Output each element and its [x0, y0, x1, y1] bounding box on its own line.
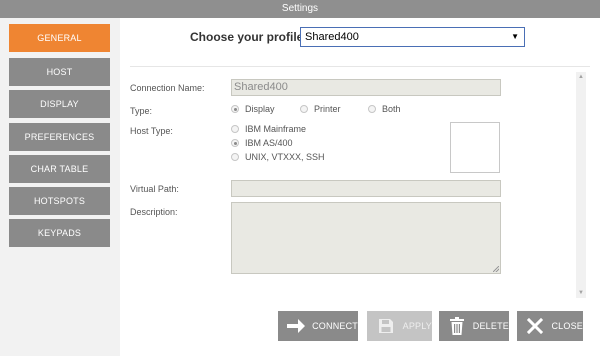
- type-radio-both[interactable]: Both: [368, 104, 401, 114]
- header-divider: [130, 66, 590, 67]
- host-radio-ibm-mainframe[interactable]: IBM Mainframe: [231, 124, 306, 134]
- arrow-right-icon: [286, 315, 306, 337]
- form-scrollbar[interactable]: ▲ ▼: [576, 72, 586, 298]
- delete-button[interactable]: DELETE: [439, 311, 509, 341]
- connect-button[interactable]: CONNECT: [278, 311, 358, 341]
- sidebar-item-char-table[interactable]: CHAR TABLE: [9, 155, 110, 183]
- connection-name-field[interactable]: Shared400: [231, 79, 501, 96]
- type-option-label: Display: [245, 104, 275, 114]
- floppy-disk-icon: [375, 315, 397, 337]
- chevron-down-icon: ▼: [511, 32, 519, 41]
- trash-icon: [447, 315, 467, 337]
- connect-label: CONNECT: [312, 321, 358, 331]
- description-label: Description:: [130, 207, 178, 217]
- type-option-label: Printer: [314, 104, 341, 114]
- host-option-label: IBM Mainframe: [245, 124, 307, 134]
- host-type-label: Host Type:: [130, 126, 173, 136]
- sidebar-item-keypads[interactable]: KEYPADS: [9, 219, 110, 247]
- sidebar-item-general[interactable]: GENERAL: [9, 24, 110, 52]
- type-label: Type:: [130, 106, 153, 116]
- profile-select[interactable]: Shared400 ▼: [300, 27, 525, 47]
- connection-name-label: Connection Name:: [130, 83, 205, 93]
- description-field[interactable]: [231, 202, 501, 274]
- host-preview-image: [450, 122, 500, 173]
- sidebar-item-host[interactable]: HOST: [9, 58, 110, 86]
- sidebar-item-display[interactable]: DISPLAY: [9, 90, 110, 118]
- radio-selected-icon: [231, 105, 239, 113]
- host-option-label: IBM AS/400: [245, 138, 293, 148]
- scroll-down-icon[interactable]: ▼: [576, 288, 586, 298]
- close-x-icon: [525, 315, 545, 337]
- window-title: Settings: [281, 3, 319, 14]
- scroll-up-icon[interactable]: ▲: [576, 72, 586, 82]
- sidebar-item-preferences[interactable]: PREFERENCES: [9, 123, 110, 151]
- radio-selected-icon: [231, 139, 239, 147]
- close-button[interactable]: CLOSE: [517, 311, 583, 341]
- delete-label: DELETE: [472, 321, 509, 331]
- type-option-label: Both: [382, 104, 401, 114]
- host-radio-ibm-as400[interactable]: IBM AS/400: [231, 138, 293, 148]
- settings-main: Choose your profile: Shared400 ▼ ▲ ▼ Con…: [120, 18, 600, 356]
- close-label: CLOSE: [551, 321, 583, 331]
- host-option-label: UNIX, VTXXX, SSH: [245, 152, 325, 162]
- apply-button[interactable]: APPLY: [367, 311, 432, 341]
- radio-empty-icon: [231, 153, 239, 161]
- virtual-path-label: Virtual Path:: [130, 184, 179, 194]
- type-radio-display[interactable]: Display: [231, 104, 275, 114]
- host-radio-unix[interactable]: UNIX, VTXXX, SSH: [231, 152, 325, 162]
- radio-empty-icon: [231, 125, 239, 133]
- virtual-path-field[interactable]: [231, 180, 501, 197]
- profile-label: Choose your profile:: [190, 30, 308, 44]
- window-titlebar: Settings: [0, 0, 600, 18]
- apply-label: APPLY: [402, 321, 432, 331]
- resize-grip-icon[interactable]: [493, 266, 499, 272]
- settings-sidebar: GENERAL HOST DISPLAY PREFERENCES CHAR TA…: [0, 18, 120, 356]
- sidebar-item-hotspots[interactable]: HOTSPOTS: [9, 187, 110, 215]
- type-radio-printer[interactable]: Printer: [300, 104, 341, 114]
- profile-select-value: Shared400: [305, 31, 359, 43]
- radio-empty-icon: [368, 105, 376, 113]
- radio-empty-icon: [300, 105, 308, 113]
